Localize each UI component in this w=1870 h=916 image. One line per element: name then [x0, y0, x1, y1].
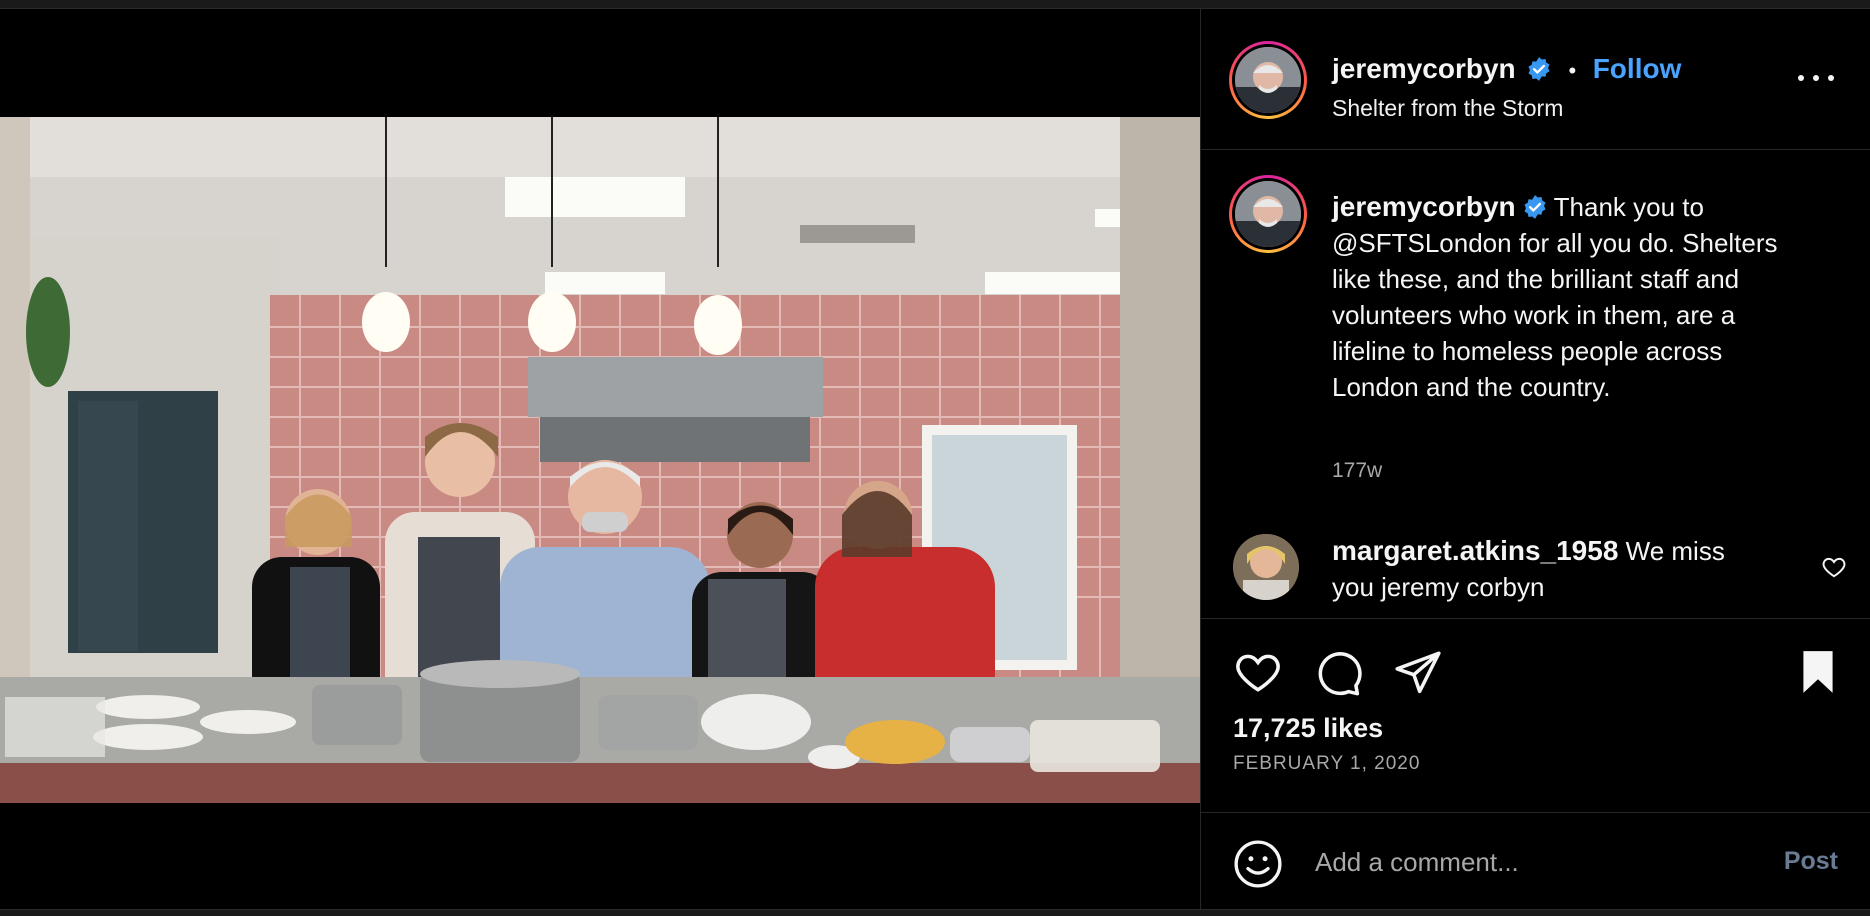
comment-like-heart-icon[interactable]	[1821, 554, 1847, 580]
caption-author-username[interactable]: jeremycorbyn	[1332, 191, 1516, 222]
comment-bubble-icon[interactable]	[1313, 647, 1363, 697]
post-photo[interactable]	[0, 117, 1200, 803]
more-options-icon[interactable]	[1798, 71, 1834, 85]
comment-input[interactable]	[1313, 837, 1737, 887]
add-comment-bar: Post	[1201, 813, 1870, 909]
caption-timestamp[interactable]: 177w	[1332, 459, 1382, 483]
comment-item: margaret.atkins_1958 We miss you jeremy …	[1332, 533, 1762, 605]
header-separator: •	[1568, 58, 1577, 83]
likes-count[interactable]: 17,725 likes	[1233, 713, 1383, 744]
paper-plane-icon[interactable]	[1393, 647, 1443, 697]
post-header: jeremycorbyn • Follow Shelter from the S…	[1201, 9, 1870, 150]
heart-icon[interactable]	[1233, 647, 1283, 697]
smiley-icon[interactable]	[1233, 839, 1283, 889]
caption-author-avatar[interactable]	[1229, 175, 1307, 253]
post-side-panel: jeremycorbyn • Follow Shelter from the S…	[1200, 9, 1870, 909]
bookmark-filled-icon[interactable]	[1793, 647, 1843, 697]
post-comment-button[interactable]: Post	[1784, 847, 1838, 876]
follow-button[interactable]: Follow	[1593, 53, 1682, 84]
commenter-avatar[interactable]	[1233, 534, 1299, 600]
post-caption: jeremycorbyn Thank you to @SFTSLondon fo…	[1332, 189, 1802, 405]
post-media	[0, 9, 1200, 909]
post-date[interactable]: FEBRUARY 1, 2020	[1233, 753, 1420, 775]
verified-badge-icon	[1524, 195, 1546, 219]
comment-author[interactable]: margaret.atkins_1958	[1332, 535, 1618, 566]
author-username[interactable]: jeremycorbyn	[1332, 53, 1516, 84]
caption-text: Thank you to @SFTSLondon for all you do.…	[1332, 192, 1778, 402]
post-location[interactable]: Shelter from the Storm	[1332, 95, 1563, 122]
post-modal: jeremycorbyn • Follow Shelter from the S…	[0, 8, 1870, 910]
verified-badge-icon	[1528, 57, 1550, 81]
post-actions: 17,725 likes FEBRUARY 1, 2020	[1201, 618, 1870, 813]
author-avatar[interactable]	[1229, 41, 1307, 119]
